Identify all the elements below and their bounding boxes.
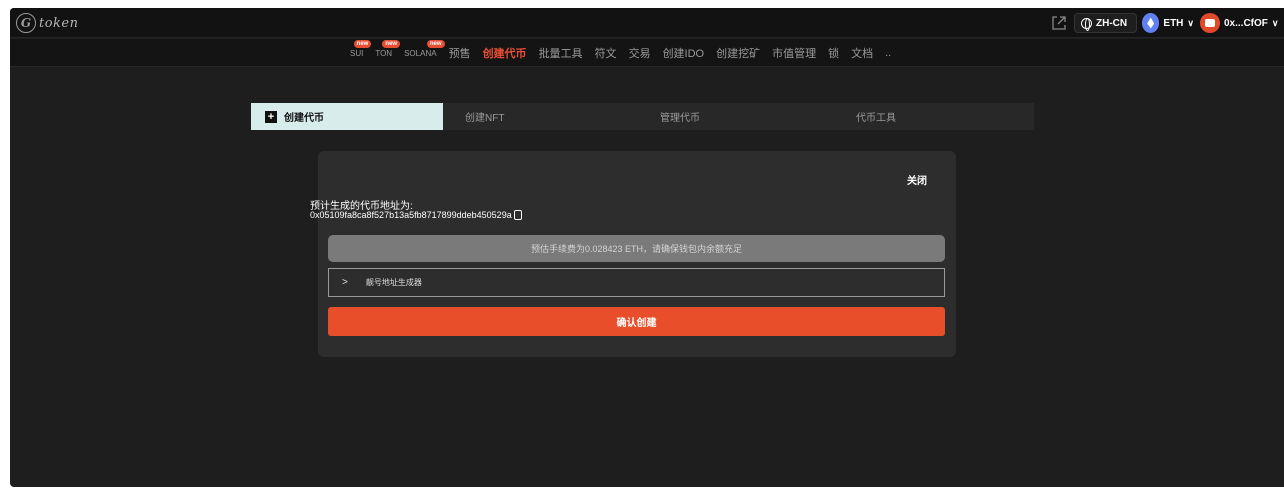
nav-item-label: 符文 [594,48,617,60]
nav-item[interactable]: TON new [375,39,401,58]
address-row: 0x05109fa8ca8f527b13a5fb8717899ddeb45052… [310,210,522,220]
chevron-down-icon: ∨ [1187,17,1194,28]
wallet-button[interactable]: 0x...CfOF ∨ [1200,12,1284,34]
nav-item[interactable]: 创建代币 [483,45,527,61]
nav-item[interactable]: SUI new [350,39,372,58]
wallet-address: 0x...CfOF [1224,17,1268,29]
nav-item-label: 锁 [828,48,840,60]
chevron-down-icon: ∨ [1271,17,1279,28]
nav-item-label: .. [885,47,892,59]
logo-text: token [39,15,79,31]
logo-mark: G [16,13,36,33]
fee-notice: 预估手续费为0.028423 ETH，请确保钱包内余额充足 [328,235,945,262]
tab-manage-token[interactable]: 管理代币 [660,103,700,130]
nav-item-label: TON [375,48,393,58]
ethereum-icon [1142,13,1160,33]
nav-item-label: SUI [350,48,364,58]
nav-item[interactable]: SOLANA new [404,39,445,58]
tab-label: 创建代币 [284,113,324,124]
nav-item-label: 文档 [851,48,874,60]
nav-item-label: 创建挖矿 [716,48,761,60]
new-badge: new [353,39,372,48]
share-icon[interactable] [1051,14,1069,32]
logo[interactable]: G token [16,13,106,33]
nav-item[interactable]: 批量工具 [539,45,583,61]
nav-item-label: 创建代币 [482,48,527,60]
tab-bar: + 创建代币 创建NFT 管理代币 代币工具 [251,103,1034,130]
chain-label: ETH [1163,17,1184,29]
close-button[interactable]: 关闭 [907,172,927,187]
tab-token-tools[interactable]: 代币工具 [856,103,896,130]
confirm-create-button[interactable]: 确认创建 [328,307,945,336]
plus-icon: + [265,110,277,123]
nav-item-label: 交易 [628,48,651,60]
vanity-label: 靓号地址生成器 [365,278,422,287]
nav-item[interactable]: 创建挖矿 [716,45,760,61]
new-badge: new [426,39,445,48]
nav-items: SUI new TON new SOLANA new 预售 创建代币 批量工具 符文 交易 创建IDO… [350,39,903,67]
chevron-right-icon: > [342,277,348,288]
nav-item[interactable]: 预售 [449,45,471,61]
nav-item[interactable]: 文档 [851,45,873,61]
nav-item-label: SOLANA [404,48,437,58]
globe-icon [1081,17,1092,31]
nav-item[interactable]: 市值管理 [772,45,816,61]
language-label: ZH-CN [1096,17,1128,29]
tab-create-nft[interactable]: 创建NFT [465,103,504,130]
wallet-icon [1200,13,1220,33]
nav-item[interactable]: 创建IDO [663,45,705,61]
vanity-address-toggle[interactable]: > 靓号地址生成器 [328,268,945,297]
tab-create-token[interactable]: + 创建代币 [251,103,443,130]
nav-item-label: 批量工具 [538,48,583,60]
main-nav: SUI new TON new SOLANA new 预售 创建代币 批量工具 符文 交易 创建IDO… [10,39,1284,67]
copy-icon[interactable] [513,210,522,220]
top-bar: G token ZH-CN ETH ∨ 0x...CfOF ∨ [10,8,1284,38]
create-dialog: 关闭 预计生成的代币地址为: 0x05109fa8ca8f527b13a5fb8… [310,151,956,357]
chain-selector[interactable]: ETH ∨ [1142,12,1194,34]
language-selector[interactable]: ZH-CN [1074,13,1137,33]
nav-item-label: 创建IDO [662,48,705,60]
nav-item-label: 市值管理 [772,48,817,60]
app-window: G token ZH-CN ETH ∨ 0x...CfOF ∨ SUI new TO… [10,8,1284,487]
token-address: 0x05109fa8ca8f527b13a5fb8717899ddeb45052… [310,210,512,220]
nav-item[interactable]: 锁 [828,45,839,61]
nav-item[interactable]: .. [885,47,891,59]
nav-item-label: 预售 [448,48,471,60]
nav-item[interactable]: 交易 [629,45,651,61]
new-badge: new [382,39,401,48]
nav-item[interactable]: 符文 [595,45,617,61]
